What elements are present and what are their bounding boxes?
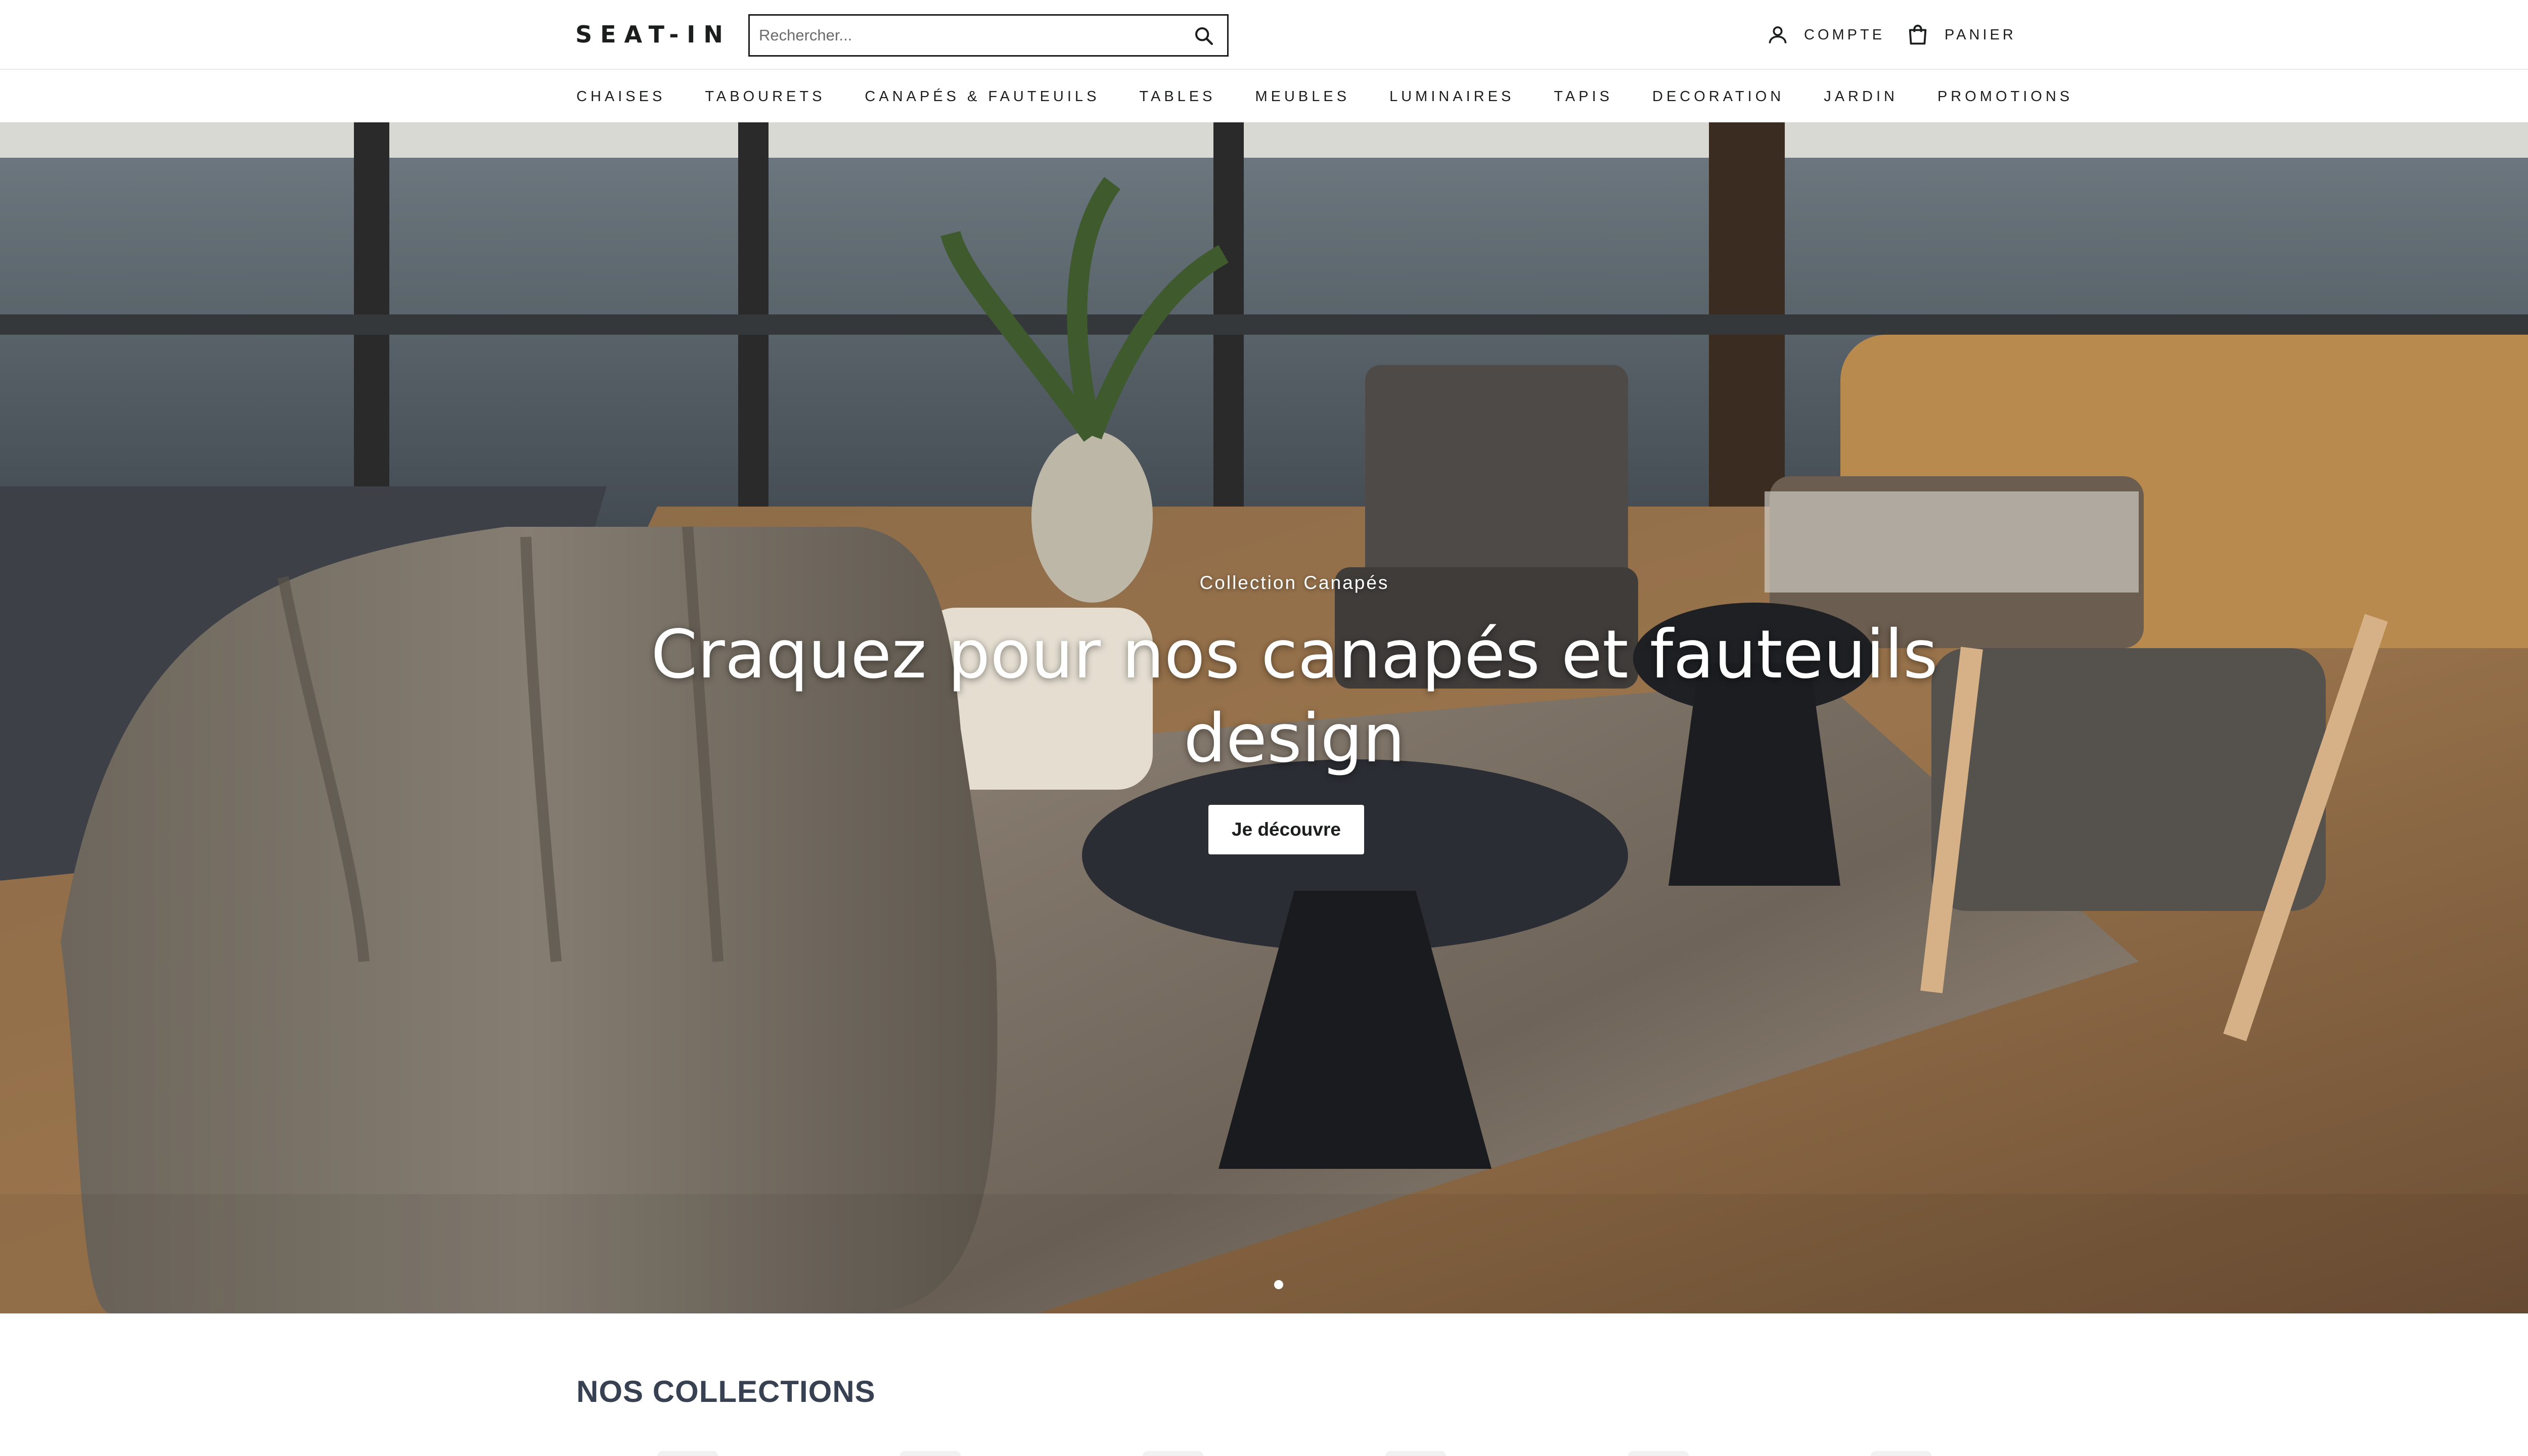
collection-thumbnail[interactable]: [1871, 1451, 1931, 1456]
cart-link[interactable]: PANIER: [1906, 21, 2016, 49]
nav-item-tapis[interactable]: TAPIS: [1554, 88, 1613, 105]
hero-slideshow: Collection Canapés Craquez pour nos cana…: [0, 122, 2528, 1313]
discover-button[interactable]: Je découvre: [1208, 805, 1364, 854]
search-icon: [1195, 27, 1213, 46]
site-logo[interactable]: SEAT-IN: [575, 20, 731, 49]
hero-content: Collection Canapés Craquez pour nos cana…: [0, 122, 2528, 1313]
collection-thumbnail[interactable]: [900, 1451, 961, 1456]
nav-item-promotions[interactable]: PROMOTIONS: [1937, 88, 2073, 105]
slide-dot-active[interactable]: [1274, 1280, 1283, 1289]
account-link[interactable]: COMPTE: [1767, 21, 1885, 49]
collection-thumbnail[interactable]: [657, 1451, 718, 1456]
account-label: COMPTE: [1804, 26, 1885, 43]
main-navigation: CHAISES TABOURETS CANAPÉS & FAUTEUILS TA…: [0, 71, 2528, 122]
search-input[interactable]: [759, 16, 1163, 55]
nav-item-tables[interactable]: TABLES: [1139, 88, 1215, 105]
search-form: [748, 14, 1229, 57]
site-header: SEAT-IN COMPTE PANIER: [0, 0, 2528, 70]
collection-thumbnail[interactable]: [1385, 1451, 1446, 1456]
collection-thumbnail[interactable]: [1628, 1451, 1689, 1456]
hero-subtitle: Collection Canapés: [1199, 572, 1389, 593]
nav-list: CHAISES TABOURETS CANAPÉS & FAUTEUILS TA…: [576, 71, 2073, 122]
shopping-bag-icon: [1909, 24, 1927, 45]
collection-thumbnail[interactable]: [1143, 1451, 1203, 1456]
cart-label: PANIER: [1945, 26, 2016, 43]
nav-item-canapes-fauteuils[interactable]: CANAPÉS & FAUTEUILS: [865, 88, 1100, 105]
hero-headline: Craquez pour nos canapés et fauteuils de…: [651, 616, 1938, 778]
collections-title: NOS COLLECTIONS: [576, 1375, 876, 1408]
nav-item-tabourets[interactable]: TABOURETS: [705, 88, 825, 105]
nav-item-jardin[interactable]: JARDIN: [1824, 88, 1898, 105]
search-button[interactable]: [1193, 25, 1215, 47]
nav-item-decoration[interactable]: DECORATION: [1652, 88, 1784, 105]
user-icon: [1769, 26, 1787, 43]
nav-item-meubles[interactable]: MEUBLES: [1255, 88, 1350, 105]
collections-section: NOS COLLECTIONS: [0, 1313, 2528, 1456]
nav-item-chaises[interactable]: CHAISES: [576, 88, 665, 105]
nav-item-luminaires[interactable]: LUMINAIRES: [1389, 88, 1514, 105]
